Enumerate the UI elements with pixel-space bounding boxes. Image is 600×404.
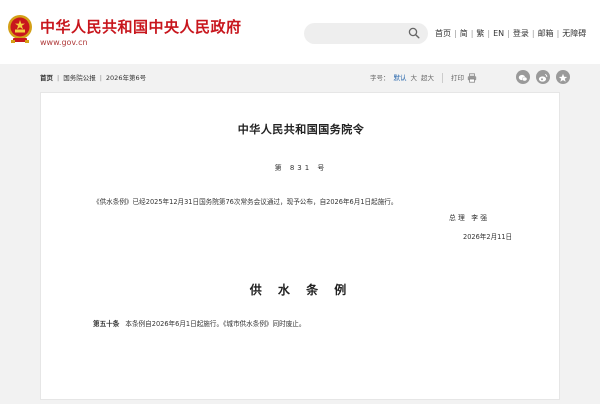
font-size-label: 字号：	[370, 74, 390, 82]
font-size-xlarge[interactable]: 超大	[421, 73, 434, 83]
search-icon[interactable]	[408, 27, 420, 39]
weibo-icon[interactable]	[536, 70, 550, 84]
nav-login[interactable]: 登录	[510, 28, 532, 40]
article-text: 本条例自2026年6月1日起施行。《城市供水条例》同时废止。	[125, 320, 306, 328]
nav-accessibility[interactable]: 无障碍	[559, 28, 589, 40]
breadcrumb-home[interactable]: 首页	[40, 73, 53, 83]
regulation-title: 供 水 条 例	[249, 283, 353, 297]
site-header: 中华人民共和国中央人民政府 www.gov.cn 首页 | 简 | 繁 | EN…	[0, 0, 600, 64]
tool-row: 首页 | 国务院公报 | 2026年第6号 字号： 默认 大 超大 打印	[40, 68, 570, 88]
nav-simplified[interactable]: 简	[457, 28, 471, 40]
breadcrumb-separator: |	[57, 74, 60, 82]
search-input[interactable]	[312, 25, 408, 42]
nav-mail[interactable]: 邮箱	[535, 28, 557, 40]
breadcrumb-separator: |	[99, 74, 102, 82]
nav-traditional[interactable]: 繁	[473, 28, 487, 40]
document-body: 《供水条例》已经2025年12月31日国务院第76次常务会议通过，现予公布，自2…	[93, 198, 398, 206]
article: 第五十条 本条例自2026年6月1日起施行。《城市供水条例》同时废止。	[93, 319, 306, 329]
font-size-default[interactable]: 默认	[394, 73, 407, 83]
print-label: 打印	[451, 74, 464, 82]
document-panel: 中华人民共和国国务院令 第 831 号 《供水条例》已经2025年12月31日国…	[40, 92, 560, 400]
nav-english[interactable]: EN	[490, 28, 507, 40]
site-name[interactable]: 中华人民共和国中央人民政府	[40, 18, 242, 36]
article-number: 第五十条	[93, 320, 120, 328]
site-domain: www.gov.cn	[40, 38, 88, 47]
print-button[interactable]: 打印	[451, 73, 477, 83]
top-nav: 首页 | 简 | 繁 | EN | 登录 | 邮箱 | 无障碍	[432, 27, 589, 41]
breadcrumb: 首页 | 国务院公报 | 2026年第6号	[40, 73, 146, 83]
document-title: 中华人民共和国国务院令	[237, 123, 365, 136]
national-emblem-icon[interactable]	[7, 14, 33, 44]
print-icon	[467, 73, 477, 83]
order-number: 第 831 号	[274, 164, 328, 172]
signatory: 总 理 李 强	[449, 214, 487, 222]
font-size-large[interactable]: 大	[411, 73, 418, 83]
qzone-icon[interactable]	[556, 70, 570, 84]
signature-date: 2026年2月11日	[463, 233, 513, 241]
nav-home[interactable]: 首页	[432, 28, 454, 40]
share-icons	[510, 70, 570, 84]
divider	[442, 73, 443, 83]
font-size-tools: 字号： 默认 大 超大 打印	[370, 73, 477, 83]
breadcrumb-issue[interactable]: 2026年第6号	[106, 73, 146, 83]
breadcrumb-gazette[interactable]: 国务院公报	[63, 73, 96, 83]
wechat-icon[interactable]	[516, 70, 530, 84]
